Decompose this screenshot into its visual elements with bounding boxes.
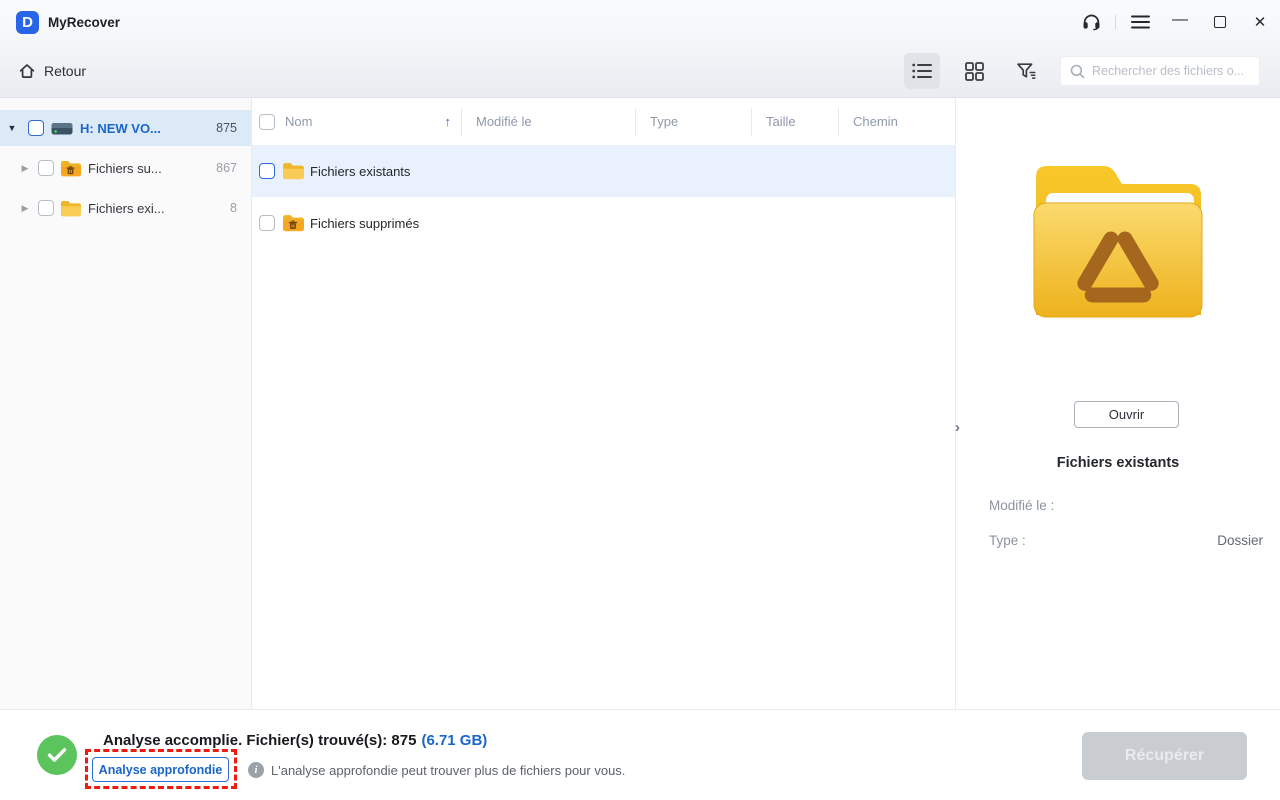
drive-checkbox[interactable] bbox=[28, 120, 44, 136]
toolbar: Retour bbox=[0, 44, 1280, 98]
sidebar-item-drive-h[interactable]: ▼ H: NEW VO... 875 bbox=[0, 110, 251, 146]
sidebar-item-deleted-files[interactable]: ▶ Fichiers su... 867 bbox=[0, 150, 251, 186]
field-value: Dossier bbox=[1217, 533, 1263, 548]
folder-deleted-icon bbox=[60, 160, 82, 177]
grid-view-button[interactable] bbox=[956, 53, 992, 89]
folder-deleted-icon bbox=[282, 214, 304, 232]
close-icon: ✕ bbox=[1253, 14, 1267, 31]
table-row-deleted-files[interactable]: Fichiers supprimés bbox=[252, 197, 955, 249]
success-check-icon bbox=[37, 735, 77, 775]
sidebar-item-count: 867 bbox=[216, 161, 237, 175]
minimize-icon: — bbox=[1172, 11, 1188, 28]
minimize-button[interactable]: — bbox=[1160, 0, 1200, 44]
sort-ascending-icon[interactable]: ↑ bbox=[445, 114, 452, 129]
top-zone: D MyRecover — ✕ Retour Rechercher des fi… bbox=[0, 0, 1280, 98]
search-input[interactable] bbox=[1092, 64, 1250, 78]
sidebar-item-label: Fichiers exi... bbox=[88, 200, 165, 216]
list-view-icon bbox=[912, 63, 932, 79]
filter-icon bbox=[1016, 62, 1036, 79]
row-name: Fichiers existants bbox=[310, 163, 411, 179]
search-icon bbox=[1070, 64, 1085, 78]
support-headset-icon[interactable] bbox=[1071, 0, 1111, 44]
field-label: Type : bbox=[989, 533, 1026, 548]
scan-result-message: Analyse accomplie. Fichier(s) trouvé(s):… bbox=[103, 732, 487, 749]
headset-icon bbox=[1083, 14, 1099, 30]
column-header-taille[interactable]: Taille bbox=[751, 107, 838, 136]
sidebar-item-existing-files[interactable]: ▶ Fichiers exi... 8 bbox=[0, 190, 251, 226]
row-checkbox[interactable] bbox=[259, 163, 275, 179]
deep-scan-hint: L'analyse approfondie peut trouver plus … bbox=[271, 763, 626, 778]
filter-button[interactable] bbox=[1008, 53, 1044, 89]
detail-field-modified: Modifié le : bbox=[989, 498, 1263, 513]
file-table: Nom ↑ Modifié le Type Taille Chemin Fich… bbox=[252, 98, 955, 709]
details-panel: › Ouvrir Fichiers existants Modifié le:… bbox=[955, 98, 1280, 709]
caret-right-icon[interactable]: ▶ bbox=[18, 203, 32, 214]
caret-down-icon[interactable]: ▼ bbox=[5, 123, 19, 133]
list-view-button[interactable] bbox=[904, 53, 940, 89]
toolbar-right bbox=[904, 53, 1280, 89]
info-icon: i bbox=[248, 762, 264, 778]
search-box bbox=[1060, 56, 1260, 86]
menu-button[interactable] bbox=[1120, 0, 1160, 44]
home-icon bbox=[19, 64, 35, 78]
detail-field-type: Type : Dossier bbox=[989, 533, 1263, 548]
drive-icon bbox=[51, 121, 73, 136]
column-label: Nom bbox=[285, 114, 313, 129]
recycle-folder-preview-icon bbox=[1024, 155, 1212, 330]
scan-message-text: Analyse accomplie. Fichier(s) trouvé(s):… bbox=[103, 732, 417, 749]
column-header-chemin[interactable]: Chemin bbox=[838, 107, 955, 136]
row-checkbox[interactable] bbox=[259, 215, 275, 231]
titlebar-divider bbox=[1115, 15, 1116, 29]
column-header-nom[interactable]: Nom ↑ bbox=[252, 108, 461, 136]
select-all-checkbox[interactable] bbox=[259, 113, 275, 130]
column-label: Type bbox=[650, 114, 679, 129]
sidebar-item-label: Fichiers su... bbox=[88, 160, 162, 176]
app-logo-icon: D bbox=[16, 10, 39, 34]
column-label: Taille bbox=[766, 114, 796, 129]
sidebar-item-count: 875 bbox=[216, 121, 237, 135]
row-name: Fichiers supprimés bbox=[310, 215, 420, 231]
app-title: MyRecover bbox=[48, 14, 121, 30]
column-label: Modifié le bbox=[476, 114, 532, 129]
column-label: Chemin bbox=[853, 114, 898, 129]
details-title: Fichiers existants bbox=[1056, 455, 1180, 471]
titlebar: D MyRecover — ✕ bbox=[0, 0, 1280, 44]
recover-button[interactable]: Récupérer bbox=[1082, 732, 1247, 780]
status-bar: Analyse accomplie. Fichier(s) trouvé(s):… bbox=[0, 709, 1280, 800]
caret-right-icon[interactable]: ▶ bbox=[18, 163, 32, 174]
sidebar-item-count: 8 bbox=[230, 201, 237, 215]
main-area: ▼ H: NEW VO... 875 ▶ Fichiers su... 867 … bbox=[0, 98, 1280, 709]
collapse-panel-chevron-icon[interactable]: › bbox=[955, 416, 969, 438]
existing-files-checkbox[interactable] bbox=[38, 200, 54, 216]
maximize-icon bbox=[1214, 16, 1226, 28]
folder-icon bbox=[282, 162, 304, 180]
deleted-files-checkbox[interactable] bbox=[38, 160, 54, 176]
grid-view-icon bbox=[964, 61, 984, 81]
column-header-type[interactable]: Type bbox=[635, 107, 751, 136]
scan-size-text: (6.71 GB) bbox=[421, 732, 488, 749]
sidebar-tree: ▼ H: NEW VO... 875 ▶ Fichiers su... 867 … bbox=[0, 98, 252, 709]
sidebar-item-label: H: NEW VO... bbox=[80, 120, 161, 136]
maximize-button[interactable] bbox=[1200, 0, 1240, 44]
table-header: Nom ↑ Modifié le Type Taille Chemin bbox=[252, 98, 955, 145]
deep-scan-button[interactable]: Analyse approfondie bbox=[92, 757, 229, 782]
open-button[interactable]: Ouvrir bbox=[1074, 401, 1179, 428]
back-button[interactable]: Retour bbox=[18, 62, 86, 80]
field-label: Modifié le : bbox=[989, 498, 1055, 513]
table-row-existing-files[interactable]: Fichiers existants bbox=[252, 145, 955, 197]
hamburger-icon bbox=[1130, 15, 1150, 29]
titlebar-controls: — ✕ bbox=[1071, 0, 1280, 44]
column-header-modifie[interactable]: Modifié le bbox=[461, 107, 635, 136]
folder-icon bbox=[60, 200, 82, 217]
myrecover-window: D MyRecover — ✕ Retour Rechercher des fi… bbox=[0, 0, 1280, 800]
back-label: Retour bbox=[44, 63, 87, 79]
close-button[interactable]: ✕ bbox=[1240, 0, 1280, 44]
